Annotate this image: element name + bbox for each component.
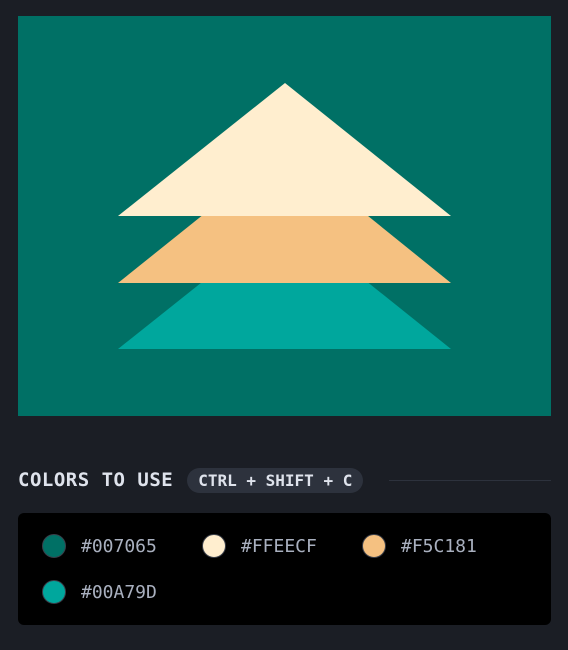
color-dot [42, 534, 66, 558]
color-hex-label: #00A79D [81, 581, 157, 603]
color-dot [42, 580, 66, 604]
color-hex-label: #F5C181 [401, 535, 477, 557]
colors-header: COLORS TO USE CTRL + SHIFT + C [18, 465, 551, 495]
copy-shortcut-badge: CTRL + SHIFT + C [187, 467, 364, 493]
color-swatch-ffeecf[interactable]: #FFEECF [202, 533, 317, 559]
color-swatch-panel: #007065 #FFEECF #F5C181 #00A79D [18, 513, 551, 625]
color-swatch-f5c181[interactable]: #F5C181 [362, 533, 477, 559]
color-dot [202, 534, 226, 558]
preview-canvas [18, 16, 551, 416]
divider [389, 479, 551, 481]
color-swatch-00a79d[interactable]: #00A79D [42, 579, 157, 605]
color-hex-label: #FFEECF [241, 535, 317, 557]
color-hex-label: #007065 [81, 535, 157, 557]
colors-title: COLORS TO USE [18, 469, 174, 491]
color-dot [362, 534, 386, 558]
color-swatch-007065[interactable]: #007065 [42, 533, 157, 559]
design-preview [18, 16, 551, 416]
